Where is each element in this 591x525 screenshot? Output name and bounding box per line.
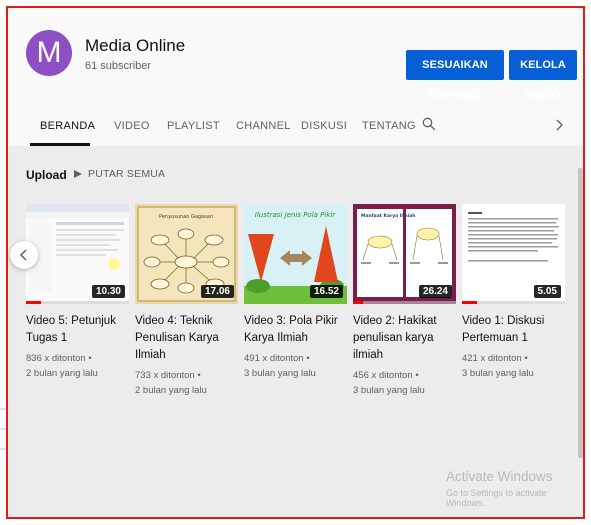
channel-name: Media Online xyxy=(85,36,186,55)
video-thumbnail[interactable]: Manfaat Karya Ilmiah 26.24 xyxy=(353,204,456,304)
view-count: 733 x ditonton • xyxy=(135,370,201,381)
progress-track xyxy=(462,301,565,304)
tab-playlist[interactable]: PLAYLIST xyxy=(167,120,220,132)
video-duration: 10.30 xyxy=(91,285,125,298)
watermark-line-1: Activate Windows xyxy=(446,469,553,484)
chevron-right-icon[interactable] xyxy=(554,119,564,131)
upload-age: 2 bulan yang lalu xyxy=(135,385,207,396)
view-count: 491 x ditonton • xyxy=(244,353,310,364)
video-card[interactable]: Manfaat Karya Ilmiah 26.24 Video 2: Haki… xyxy=(353,204,456,398)
video-title[interactable]: Video 3: Pola Pikir Karya Ilmiah xyxy=(244,313,347,347)
video-duration: 17.06 xyxy=(200,285,234,298)
video-card[interactable]: Ilustrasi Jenis Pola Pikir 16.52 Video 3… xyxy=(244,204,347,381)
upload-age: 3 bulan yang lalu xyxy=(244,368,316,379)
video-card[interactable]: 10.30 Video 5: Petunjuk Tugas 1 836 x di… xyxy=(26,204,129,381)
section-title: Upload xyxy=(26,168,67,182)
uploads-section: Upload PUTAR SEMUA 10.30 Video 5: Petunj… xyxy=(8,146,583,517)
play-all-label: PUTAR SEMUA xyxy=(88,168,166,180)
activate-windows-watermark: Activate Windows Go to Settings to activ… xyxy=(446,469,583,508)
tab-channel[interactable]: CHANNEL xyxy=(236,120,291,132)
tab-beranda[interactable]: BERANDA xyxy=(40,120,95,132)
customize-channel-button[interactable]: SESUAIKAN CHANNEL xyxy=(406,50,504,101)
thumb-caption: Penyusunan Gagasan xyxy=(159,214,213,220)
video-thumbnail[interactable]: 10.30 xyxy=(26,204,129,304)
thumb-caption: Manfaat Karya Ilmiah xyxy=(361,213,415,219)
channel-tabs: BERANDA VIDEO PLAYLIST CHANNEL DISKUSI T… xyxy=(8,108,583,146)
video-title[interactable]: Video 2: Hakikat penulisan karya ilmiah xyxy=(353,313,456,364)
play-all-button[interactable]: PUTAR SEMUA xyxy=(74,168,165,180)
video-title[interactable]: Video 1: Diskusi Pertemuan 1 xyxy=(462,313,565,347)
video-title[interactable]: Video 5: Petunjuk Tugas 1 xyxy=(26,313,129,347)
video-duration: 5.05 xyxy=(533,285,561,298)
view-count: 836 x ditonton • xyxy=(26,353,92,364)
play-icon xyxy=(74,170,82,178)
upload-age: 3 bulan yang lalu xyxy=(353,385,425,396)
manage-video-button[interactable]: KELOLA VIDEO xyxy=(509,50,577,101)
subscriber-count: 61 subscriber xyxy=(85,60,152,72)
watch-progress-bar xyxy=(462,301,478,304)
watermark-line-2: Go to Settings to activate Windows. xyxy=(446,488,547,508)
highlight-frame: M Media Online 61 subscriber SESUAIKAN C… xyxy=(6,6,585,519)
watch-progress-bar xyxy=(353,301,364,304)
scroll-left-button[interactable] xyxy=(10,241,38,269)
chevron-left-icon xyxy=(20,249,27,261)
thumb-caption: Ilustrasi Jenis Pola Pikir xyxy=(255,211,337,219)
video-thumbnail[interactable]: 5.05 xyxy=(462,204,565,304)
tab-diskusi[interactable]: DISKUSI xyxy=(301,120,347,132)
video-duration: 16.52 xyxy=(309,285,343,298)
video-thumbnail[interactable]: Penyusunan Gagasan 17.06 xyxy=(135,204,238,304)
tab-video[interactable]: VIDEO xyxy=(114,120,150,132)
video-card[interactable]: 5.05 Video 1: Diskusi Pertemuan 1 421 x … xyxy=(462,204,565,381)
progress-track xyxy=(353,301,456,304)
video-title[interactable]: Video 4: Teknik Penulisan Karya Ilmiah xyxy=(135,313,238,364)
view-count: 421 x ditonton • xyxy=(462,353,528,364)
upload-age: 3 bulan yang lalu xyxy=(462,368,534,379)
video-meta: 836 x ditonton • 2 bulan yang lalu xyxy=(26,351,129,381)
video-card[interactable]: Penyusunan Gagasan 17.06 Video 4: Teknik… xyxy=(135,204,238,398)
watch-progress-bar xyxy=(26,301,42,304)
video-duration: 26.24 xyxy=(418,285,452,298)
search-icon[interactable] xyxy=(422,117,436,131)
scrollbar[interactable] xyxy=(578,168,583,458)
progress-track xyxy=(26,301,129,304)
tab-tentang[interactable]: TENTANG xyxy=(362,120,416,132)
video-thumbnail[interactable]: Ilustrasi Jenis Pola Pikir 16.52 xyxy=(244,204,347,304)
video-meta: 733 x ditonton • 2 bulan yang lalu xyxy=(135,368,238,398)
channel-header: M Media Online 61 subscriber SESUAIKAN C… xyxy=(8,8,583,146)
video-meta: 491 x ditonton • 3 bulan yang lalu xyxy=(244,351,347,381)
video-meta: 421 x ditonton • 3 bulan yang lalu xyxy=(462,351,565,381)
view-count: 456 x ditonton • xyxy=(353,370,419,381)
channel-avatar[interactable]: M xyxy=(26,30,72,76)
upload-age: 2 bulan yang lalu xyxy=(26,368,98,379)
video-meta: 456 x ditonton • 3 bulan yang lalu xyxy=(353,368,456,398)
